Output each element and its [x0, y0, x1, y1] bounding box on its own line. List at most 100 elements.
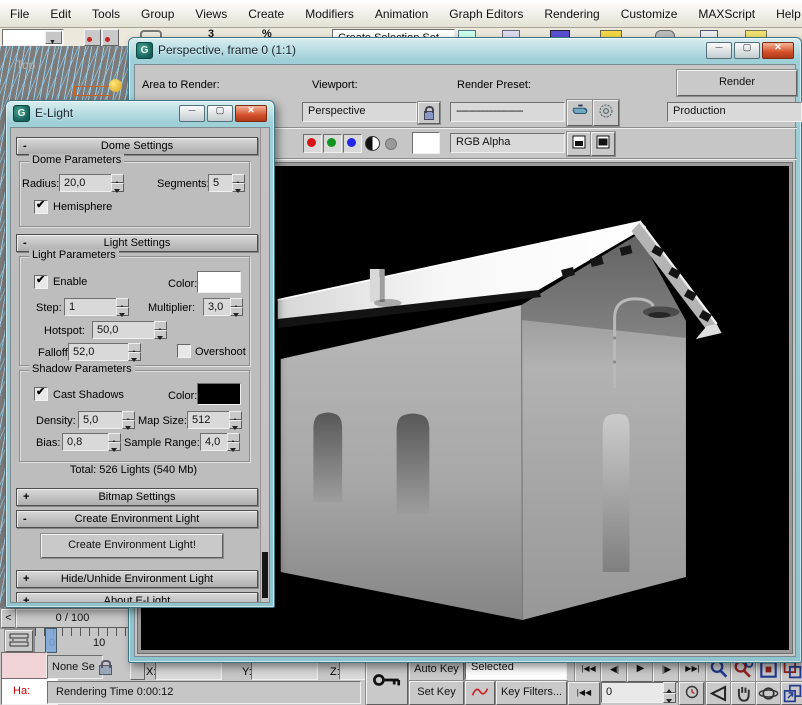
alpha-channel-button[interactable]: [385, 138, 397, 150]
create-environment-light-button[interactable]: Create Environment Light!: [41, 534, 223, 558]
frame-spinner[interactable]: [663, 682, 676, 703]
track-bar[interactable]: 0 10: [34, 628, 129, 652]
shadow-color-swatch[interactable]: [197, 383, 241, 405]
viewport-combo[interactable]: Perspective: [302, 102, 417, 122]
background-color-swatch[interactable]: [412, 132, 440, 154]
falloff-field[interactable]: 52,0: [68, 343, 132, 361]
hotspot-spinner[interactable]: [154, 321, 167, 339]
current-frame-field[interactable]: 0: [601, 682, 667, 703]
minimize-button[interactable]: [706, 42, 732, 59]
set-key-button[interactable]: Set Key: [409, 681, 464, 705]
cast-shadows-label: Cast Shadows: [53, 389, 124, 401]
key-mode-toggle-button[interactable]: |◀◀: [568, 682, 600, 705]
set-keys-button[interactable]: [366, 657, 408, 705]
menu-item-views[interactable]: Views: [195, 7, 227, 21]
time-slider-prev-button[interactable]: <: [1, 609, 16, 628]
undo-button[interactable]: [84, 29, 101, 46]
maximize-button[interactable]: [207, 105, 233, 122]
step-label: Step:: [36, 302, 62, 314]
clear-frame-button[interactable]: [591, 132, 615, 156]
menu-item-animation[interactable]: Animation: [375, 7, 428, 21]
menu-item-graph-editors[interactable]: Graph Editors: [449, 7, 523, 21]
dialog-scrollbar[interactable]: [260, 128, 269, 602]
menu-item-modifiers[interactable]: Modifiers: [305, 7, 354, 21]
maximize-button[interactable]: [734, 42, 760, 59]
viewport-lock-button[interactable]: [418, 102, 440, 124]
menu-item-tools[interactable]: Tools: [92, 7, 120, 21]
channel-display-combo[interactable]: RGB Alpha: [450, 133, 565, 153]
dome-parameters-group: Dome Parameters: [19, 161, 250, 227]
enable-checkbox[interactable]: [34, 275, 48, 289]
macro-recorder-pane[interactable]: [1, 652, 47, 679]
close-button[interactable]: [762, 42, 794, 59]
default-tangent-button[interactable]: [465, 681, 495, 705]
monochrome-button[interactable]: [365, 136, 380, 151]
step-field[interactable]: 1: [64, 298, 120, 316]
menu-item-help[interactable]: Help: [776, 7, 801, 21]
radius-field[interactable]: 20,0: [59, 174, 115, 192]
render-button[interactable]: Render: [677, 70, 797, 96]
radius-spinner[interactable]: [111, 174, 124, 192]
rollout-create-environment-light[interactable]: - Create Environment Light: [16, 510, 258, 528]
rollout-dome-settings[interactable]: - Dome Settings: [16, 137, 258, 155]
menu-item-rendering[interactable]: Rendering: [544, 7, 599, 21]
minimize-button[interactable]: [179, 105, 205, 122]
step-spinner[interactable]: [116, 298, 129, 316]
rollout-about-elight[interactable]: + About E-Light: [16, 592, 258, 603]
rollout-bitmap-settings[interactable]: + Bitmap Settings: [16, 488, 258, 506]
segments-spinner[interactable]: [232, 174, 245, 192]
scrollbar-thumb[interactable]: [262, 552, 268, 598]
menu-item-maxscript[interactable]: MAXScript: [698, 7, 755, 21]
hemisphere-checkbox[interactable]: [34, 200, 48, 214]
field-of-view-button[interactable]: [706, 682, 731, 705]
overshoot-checkbox[interactable]: [177, 344, 191, 358]
multiplier-spinner[interactable]: [230, 298, 243, 316]
sample-range-spinner[interactable]: [227, 433, 240, 451]
density-spinner[interactable]: [122, 411, 135, 429]
menu-item-edit[interactable]: Edit: [50, 7, 71, 21]
green-channel-button[interactable]: [323, 134, 342, 153]
hotspot-field[interactable]: 50,0: [92, 321, 158, 339]
redo-button[interactable]: [102, 29, 119, 46]
min-max-toggle-button[interactable]: [781, 682, 802, 705]
render-window-titlebar[interactable]: G Perspective, frame 0 (1:1): [129, 38, 801, 62]
blue-channel-button[interactable]: [343, 134, 362, 153]
arc-rotate-button[interactable]: [756, 682, 781, 705]
light-color-swatch[interactable]: [197, 271, 241, 293]
cast-shadows-checkbox[interactable]: [34, 387, 48, 401]
mapsize-spinner[interactable]: [229, 411, 242, 429]
menu-item-group[interactable]: Group: [141, 7, 174, 21]
render-window-title: Perspective, frame 0 (1:1): [158, 43, 296, 57]
x-coordinate-field[interactable]: [155, 662, 222, 680]
z-coordinate-field[interactable]: [339, 662, 369, 680]
mapsize-field[interactable]: 512: [187, 411, 233, 429]
time-configuration-button[interactable]: [679, 682, 704, 705]
density-field[interactable]: 5,0: [78, 411, 126, 429]
absolute-mode-toggle[interactable]: [130, 662, 145, 680]
production-combo[interactable]: Production: [667, 102, 802, 122]
selection-filter-combo[interactable]: [2, 29, 64, 46]
elight-titlebar[interactable]: G E-Light: [6, 101, 274, 125]
bias-spinner[interactable]: [108, 433, 121, 451]
menu-item-customize[interactable]: Customize: [621, 7, 678, 21]
menu-item-file[interactable]: File: [10, 7, 29, 21]
mini-curve-editor-button[interactable]: [5, 630, 33, 652]
clone-rendered-frame-button[interactable]: [567, 132, 591, 156]
bias-field[interactable]: 0,8: [62, 433, 112, 451]
red-channel-button[interactable]: [303, 134, 322, 153]
rollout-hide-unhide[interactable]: + Hide/Unhide Environment Light: [16, 570, 258, 588]
close-button[interactable]: [235, 105, 267, 122]
falloff-spinner[interactable]: [128, 343, 141, 361]
pan-button[interactable]: [731, 682, 756, 705]
time-slider-handle[interactable]: 0 / 100: [16, 609, 129, 628]
redo-dot-icon: [105, 37, 110, 42]
trackbar-frame-handle[interactable]: [45, 628, 57, 653]
render-preset-combo[interactable]: -------------------------: [450, 102, 565, 122]
render-teapot-button[interactable]: [567, 100, 593, 126]
render-settings-button[interactable]: [593, 100, 619, 126]
radius-label: Radius:: [22, 178, 59, 190]
key-filters-button[interactable]: Key Filters...: [496, 681, 567, 705]
y-coordinate-field[interactable]: [251, 662, 318, 680]
menu-item-create[interactable]: Create: [248, 7, 284, 21]
chevron-down-icon: [45, 31, 62, 44]
